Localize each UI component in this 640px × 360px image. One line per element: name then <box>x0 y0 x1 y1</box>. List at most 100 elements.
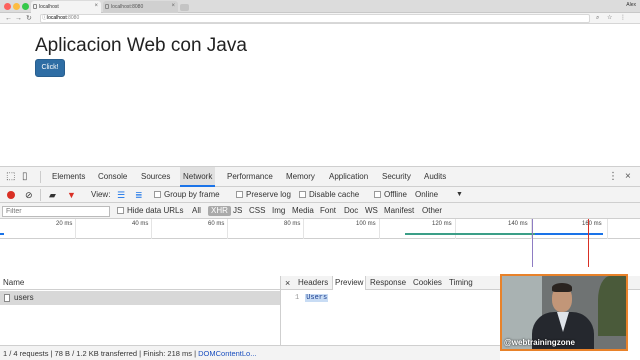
hide-data-urls-checkbox[interactable]: Hide data URLs <box>117 203 183 219</box>
background-plant <box>598 276 626 336</box>
grid-line <box>75 219 76 239</box>
filter-type-other[interactable]: Other <box>422 203 442 219</box>
checkbox[interactable] <box>117 207 124 214</box>
grid-line <box>455 219 456 239</box>
tab-label: localhost:8080 <box>111 4 144 10</box>
network-status-bar: 1 / 4 requests | 78 B / 1.2 KB transferr… <box>0 345 500 360</box>
line-number: 1 <box>295 294 300 302</box>
tick-label: 100 ms <box>356 221 376 227</box>
device-toolbar-icon[interactable]: ▯ <box>22 171 28 183</box>
tab-cookies[interactable]: Cookies <box>411 276 444 290</box>
preview-value: Users <box>305 294 329 302</box>
column-name-label: Name <box>3 278 25 287</box>
close-icon[interactable]: × <box>94 3 98 9</box>
info-icon[interactable]: ⓘ <box>42 15 47 22</box>
page-icon <box>33 4 37 9</box>
maximize-window-button[interactable] <box>22 3 29 10</box>
chevron-down-icon[interactable]: ▼ <box>456 187 463 203</box>
filter-type-css[interactable]: CSS <box>249 203 265 219</box>
filter-type-doc[interactable]: Doc <box>344 203 358 219</box>
close-icon[interactable]: × <box>171 3 175 9</box>
tab-headers[interactable]: Headers <box>296 276 330 290</box>
filter-type-js[interactable]: JS <box>233 203 242 219</box>
url-port: :8080 <box>66 15 80 21</box>
preserve-log-label: Preserve log <box>246 190 291 199</box>
checkbox[interactable] <box>374 191 381 198</box>
preview-content: 1 Users <box>295 294 329 302</box>
new-tab-button[interactable] <box>180 4 189 11</box>
zoom-icon[interactable]: ⌕ <box>596 14 599 23</box>
waterfall-bar <box>535 233 603 235</box>
capture-screenshots-icon[interactable]: ▰ <box>49 187 56 203</box>
tab-label: localhost <box>39 4 59 10</box>
filter-type-xhr[interactable]: XHR <box>208 206 231 216</box>
large-rows-icon[interactable]: ☰ <box>117 187 125 203</box>
tick-label: 160 ms <box>582 221 602 227</box>
preserve-log-checkbox[interactable]: Preserve log <box>236 187 291 203</box>
tick-label: 20 ms <box>56 221 73 227</box>
load-marker <box>588 219 589 267</box>
more-options-icon[interactable]: ⋮ <box>608 171 618 183</box>
name-column-header[interactable]: Name <box>0 276 280 290</box>
filter-input[interactable] <box>2 206 110 217</box>
close-icon[interactable]: × <box>625 171 631 183</box>
url-host: localhost <box>47 15 67 21</box>
click-button[interactable]: Click! <box>35 59 65 77</box>
filter-bar: Hide data URLs All XHR JS CSS Img Media … <box>0 203 640 219</box>
network-overview-timeline[interactable]: 20 ms 40 ms 60 ms 80 ms 100 ms 120 ms 14… <box>0 219 640 267</box>
tick-label: 120 ms <box>432 221 452 227</box>
grid-line <box>303 219 304 239</box>
close-window-button[interactable] <box>4 3 11 10</box>
clear-icon[interactable]: ⊘ <box>25 187 33 203</box>
filter-type-ws[interactable]: WS <box>365 203 378 219</box>
tab-preview[interactable]: Preview <box>332 276 367 290</box>
tab-security[interactable]: Security <box>382 167 411 187</box>
group-by-frame-checkbox[interactable]: Group by frame <box>154 187 220 203</box>
browser-tab-localhost-8080[interactable]: localhost:8080 × <box>103 1 178 13</box>
throttling-select[interactable]: Online <box>415 187 438 203</box>
tab-application[interactable]: Application <box>329 167 368 187</box>
checkbox[interactable] <box>236 191 243 198</box>
disable-cache-label: Disable cache <box>309 190 360 199</box>
url-input[interactable]: ⓘ localhost:8080 <box>40 14 590 23</box>
tab-console[interactable]: Console <box>98 167 127 187</box>
filter-type-font[interactable]: Font <box>320 203 336 219</box>
divider <box>40 171 41 183</box>
back-icon[interactable]: ← <box>5 14 12 23</box>
offline-checkbox[interactable]: Offline <box>374 187 407 203</box>
tab-elements[interactable]: Elements <box>52 167 85 187</box>
request-row[interactable]: users <box>0 291 280 305</box>
tab-network[interactable]: Network <box>180 167 216 187</box>
profile-name[interactable]: Alex <box>626 2 636 8</box>
grid-line <box>227 219 228 239</box>
tab-memory[interactable]: Memory <box>286 167 315 187</box>
close-icon[interactable]: × <box>283 276 292 290</box>
tab-response[interactable]: Response <box>368 276 408 290</box>
bookmark-star-icon[interactable]: ☆ <box>607 14 612 23</box>
filter-type-img[interactable]: Img <box>272 203 285 219</box>
filter-type-all[interactable]: All <box>192 203 201 219</box>
checkbox[interactable] <box>154 191 161 198</box>
throttling-value: Online <box>415 190 439 199</box>
browser-menu-icon[interactable]: ⋮ <box>620 14 626 23</box>
filter-type-manifest[interactable]: Manifest <box>384 203 414 219</box>
tick-label: 60 ms <box>208 221 225 227</box>
browser-tab-localhost[interactable]: localhost × <box>31 1 101 13</box>
tab-audits[interactable]: Audits <box>424 167 446 187</box>
minimize-window-button[interactable] <box>13 3 20 10</box>
offline-label: Offline <box>384 190 407 199</box>
dom-content-loaded-label: DOMContentLo... <box>198 349 257 358</box>
filter-icon[interactable]: ▼ <box>67 187 76 203</box>
document-icon <box>4 294 10 302</box>
overview-icon[interactable]: ≣ <box>135 187 143 203</box>
checkbox[interactable] <box>299 191 306 198</box>
disable-cache-checkbox[interactable]: Disable cache <box>299 187 359 203</box>
tab-timing[interactable]: Timing <box>447 276 475 290</box>
record-icon[interactable] <box>7 191 15 199</box>
filter-type-media[interactable]: Media <box>292 203 314 219</box>
reload-icon[interactable]: ↻ <box>26 14 32 23</box>
forward-icon[interactable]: → <box>15 14 22 23</box>
tab-performance[interactable]: Performance <box>227 167 273 187</box>
tab-sources[interactable]: Sources <box>141 167 170 187</box>
inspect-element-icon[interactable]: ⬚ <box>6 171 15 183</box>
